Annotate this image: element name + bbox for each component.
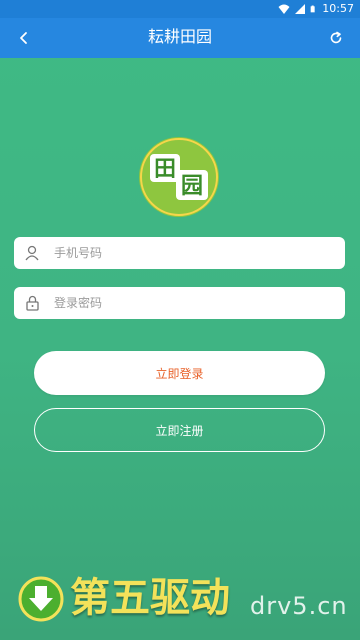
refresh-button[interactable] bbox=[320, 22, 352, 54]
app-logo: 田 园 bbox=[139, 137, 219, 217]
login-button[interactable]: 立即登录 bbox=[34, 351, 325, 395]
page-title: 耘耕田园 bbox=[147, 29, 212, 46]
lock-icon bbox=[26, 295, 39, 311]
phone-field[interactable] bbox=[14, 237, 345, 269]
user-icon bbox=[25, 245, 39, 261]
status-bar: 10:57 bbox=[0, 0, 360, 18]
password-input[interactable] bbox=[52, 295, 345, 311]
status-icons: 10:57 bbox=[278, 2, 354, 15]
register-button[interactable]: 立即注册 bbox=[34, 408, 325, 452]
watermark-cn: 第五驱动 bbox=[70, 575, 230, 621]
logo-char-top: 田 bbox=[154, 157, 176, 182]
phone-input[interactable] bbox=[52, 245, 345, 261]
signal-icon bbox=[295, 3, 306, 14]
refresh-icon bbox=[330, 31, 342, 44]
nav-bar: 耘耕田园 bbox=[0, 18, 360, 58]
watermark: 第五驱动 drv5.cn bbox=[18, 570, 358, 630]
wifi-icon bbox=[278, 4, 290, 14]
battery-icon bbox=[310, 5, 315, 12]
status-time: 10:57 bbox=[322, 2, 354, 15]
watermark-en: drv5.cn bbox=[250, 592, 348, 620]
password-field[interactable] bbox=[14, 287, 345, 319]
logo-char-bottom: 园 bbox=[181, 174, 203, 199]
download-arrow-icon bbox=[18, 576, 64, 622]
